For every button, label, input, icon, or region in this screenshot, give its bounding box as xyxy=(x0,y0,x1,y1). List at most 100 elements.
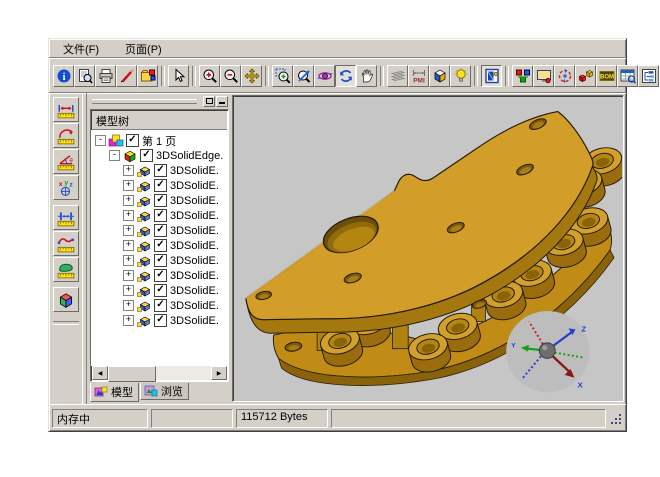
bom-button[interactable]: BOM xyxy=(596,65,617,87)
lighting-button[interactable] xyxy=(450,65,471,87)
dock-float-button[interactable] xyxy=(203,96,215,107)
expand-toggle[interactable]: + xyxy=(123,165,134,176)
expand-toggle[interactable]: + xyxy=(123,285,134,296)
expand-toggle[interactable]: + xyxy=(123,180,134,191)
menu-item-2[interactable]: 页面(P) xyxy=(121,40,166,58)
assembly-tree-button[interactable] xyxy=(512,65,533,87)
expand-toggle[interactable]: + xyxy=(123,240,134,251)
visibility-checkbox[interactable]: ✓ xyxy=(154,254,167,267)
tree-node-part[interactable]: +✓3DSolidE. xyxy=(93,208,228,223)
spin-view-button[interactable] xyxy=(335,65,356,87)
visibility-checkbox[interactable]: ✓ xyxy=(154,179,167,192)
tree-node-part[interactable]: +✓3DSolidE. xyxy=(93,268,228,283)
visibility-checkbox[interactable]: ✓ xyxy=(140,149,153,162)
tree-node-part[interactable]: +✓3DSolidE. xyxy=(93,313,228,328)
visibility-checkbox[interactable]: ✓ xyxy=(154,209,167,222)
measure-distance-button[interactable] xyxy=(53,97,79,122)
expand-toggle[interactable]: - xyxy=(95,135,106,146)
viewport-3d[interactable]: Z X Y xyxy=(232,95,624,402)
print-preview-icon xyxy=(77,68,93,84)
expand-toggle[interactable]: - xyxy=(109,150,120,161)
zoom-dynamic-button[interactable] xyxy=(293,65,314,87)
snapshot-icon xyxy=(536,68,552,84)
pan-arrows-button[interactable] xyxy=(241,65,262,87)
info-button[interactable]: i xyxy=(53,65,74,87)
visibility-checkbox[interactable]: ✓ xyxy=(154,239,167,252)
tab-model[interactable]: 模型 xyxy=(90,383,139,402)
explode-button[interactable] xyxy=(575,65,596,87)
measure-gap-button[interactable] xyxy=(53,205,79,230)
tree-node-part[interactable]: + ✓3DSolidE. xyxy=(93,283,228,298)
zoom-out-button[interactable] xyxy=(220,65,241,87)
tree-hscrollbar: ◀ ▶ xyxy=(92,366,227,380)
tree-node-part[interactable]: +✓3DSolidE. xyxy=(93,178,228,193)
measure-volume-icon xyxy=(57,291,75,309)
dock-hide-button[interactable] xyxy=(216,96,228,107)
scroll-thumb[interactable] xyxy=(108,366,156,382)
tree-node-part[interactable]: +✓3DSolidE. xyxy=(93,163,228,178)
view-cube-button[interactable] xyxy=(429,65,450,87)
axis-x-label: X xyxy=(577,380,583,389)
scroll-right-arrow[interactable]: ▶ xyxy=(211,366,227,380)
tree-node-label: 3DSolidE. xyxy=(170,285,219,297)
pan-hand-button[interactable] xyxy=(356,65,377,87)
layers-icon xyxy=(390,68,406,84)
tree-node-part[interactable]: +✓3DSolidE. xyxy=(93,253,228,268)
scroll-track[interactable] xyxy=(108,366,211,380)
orbit-button[interactable] xyxy=(554,65,575,87)
expand-toggle[interactable]: + xyxy=(123,255,134,266)
layers-button[interactable] xyxy=(387,65,408,87)
export-button[interactable] xyxy=(137,65,158,87)
tree-node-part[interactable]: +✓3DSolidE. xyxy=(93,223,228,238)
measure-angle-button[interactable]: θ xyxy=(53,149,79,174)
tree-node-part[interactable]: + ✓3DSolidE. xyxy=(93,298,228,313)
zoom-in-button[interactable] xyxy=(199,65,220,87)
print-preview-button[interactable] xyxy=(74,65,95,87)
visibility-checkbox[interactable]: ✓ xyxy=(154,194,167,207)
expand-toggle[interactable]: + xyxy=(123,270,134,281)
tree-node-assembly[interactable]: -✓3DSolidEdge. xyxy=(93,148,228,163)
scroll-left-arrow[interactable]: ◀ xyxy=(92,366,108,380)
expand-toggle[interactable]: + xyxy=(123,210,134,221)
notebook-button[interactable] xyxy=(481,65,502,87)
measure-volume-button[interactable] xyxy=(53,287,79,312)
rotate-view-button[interactable] xyxy=(314,65,335,87)
tree-node-label: 3DSolidE. xyxy=(170,300,219,312)
expand-toggle[interactable]: + xyxy=(123,315,134,326)
tree-node-page[interactable]: -✓第 1 页 xyxy=(93,133,228,148)
visibility-checkbox[interactable]: ✓ xyxy=(154,284,167,297)
visibility-checkbox[interactable]: ✓ xyxy=(126,134,139,147)
measure-radius-button[interactable] xyxy=(53,123,79,148)
lighting-icon xyxy=(453,68,469,84)
tree-node-label: 3DSolidE. xyxy=(170,240,219,252)
visibility-checkbox[interactable]: ✓ xyxy=(154,164,167,177)
tree-node-part[interactable]: + ✓3DSolidE. xyxy=(93,238,228,253)
pmi-button[interactable]: PMI xyxy=(408,65,429,87)
dock-drag-grip[interactable] xyxy=(92,99,197,104)
expand-toggle[interactable]: + xyxy=(123,300,134,311)
print-button[interactable] xyxy=(95,65,116,87)
markup-pen-button[interactable] xyxy=(116,65,137,87)
zoom-window-button[interactable] xyxy=(272,65,293,87)
part-cube-icon xyxy=(136,254,152,268)
part-cube-icon xyxy=(136,164,152,178)
struct-tree-button[interactable] xyxy=(638,65,659,87)
visibility-checkbox[interactable]: ✓ xyxy=(154,224,167,237)
measure-curve-button[interactable] xyxy=(53,231,79,256)
status-resize-grip[interactable] xyxy=(609,410,623,426)
select-cursor-button[interactable] xyxy=(168,65,189,87)
expand-toggle[interactable]: + xyxy=(123,225,134,236)
snapshot-button[interactable] xyxy=(533,65,554,87)
visibility-checkbox[interactable]: ✓ xyxy=(154,269,167,282)
measure-coordinate-button[interactable]: xyz xyxy=(53,175,79,200)
hide-icon xyxy=(219,102,225,104)
visibility-checkbox[interactable]: ✓ xyxy=(154,299,167,312)
tab-browse[interactable]: 浏览 xyxy=(140,383,189,400)
tree-node-part[interactable]: +✓3DSolidE. xyxy=(93,193,228,208)
orientation-triad[interactable]: Z X Y xyxy=(506,311,589,392)
expand-toggle[interactable]: + xyxy=(123,195,134,206)
attr-table-button[interactable] xyxy=(617,65,638,87)
measure-area-button[interactable] xyxy=(53,257,79,282)
visibility-checkbox[interactable]: ✓ xyxy=(154,314,167,327)
menu-item-1[interactable]: 文件(F) xyxy=(59,40,103,58)
